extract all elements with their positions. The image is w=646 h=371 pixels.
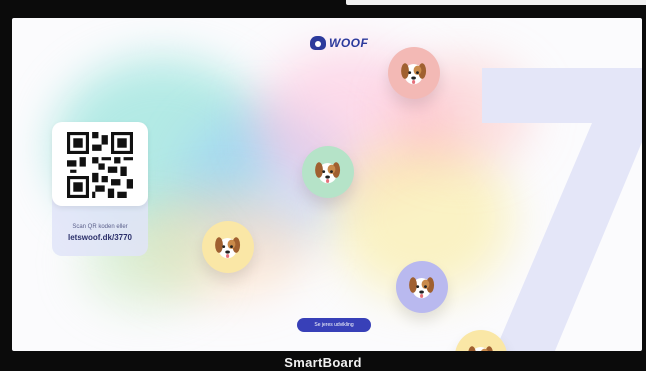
see-progress-button[interactable]: Se jeres udvikling	[297, 318, 371, 332]
dog-face-icon	[468, 346, 494, 351]
qr-code-icon[interactable]	[64, 132, 136, 198]
dog-avatar-yellow[interactable]	[202, 221, 254, 273]
dog-avatar-green[interactable]	[302, 146, 354, 198]
dog-avatar-pink[interactable]	[388, 47, 440, 99]
dog-face-icon	[409, 277, 435, 299]
woof-logo-text: WOOF	[329, 36, 369, 50]
dog-face-icon	[401, 63, 427, 85]
woof-logo-icon	[310, 36, 326, 50]
join-url[interactable]: letswoof.dk/3770	[52, 233, 148, 242]
countdown-seven	[482, 68, 642, 351]
device-caption: SmartBoard	[284, 355, 362, 370]
top-right-strip	[346, 0, 646, 5]
smartboard-screen: WOOF Scan QR koden eller letswoof.dk/377…	[12, 18, 642, 351]
dog-avatar-purple[interactable]	[396, 261, 448, 313]
dog-face-icon	[215, 237, 241, 259]
woof-logo: WOOF	[310, 36, 368, 50]
qr-hint-text: Scan QR koden eller	[72, 224, 128, 230]
dog-face-icon	[315, 162, 341, 184]
